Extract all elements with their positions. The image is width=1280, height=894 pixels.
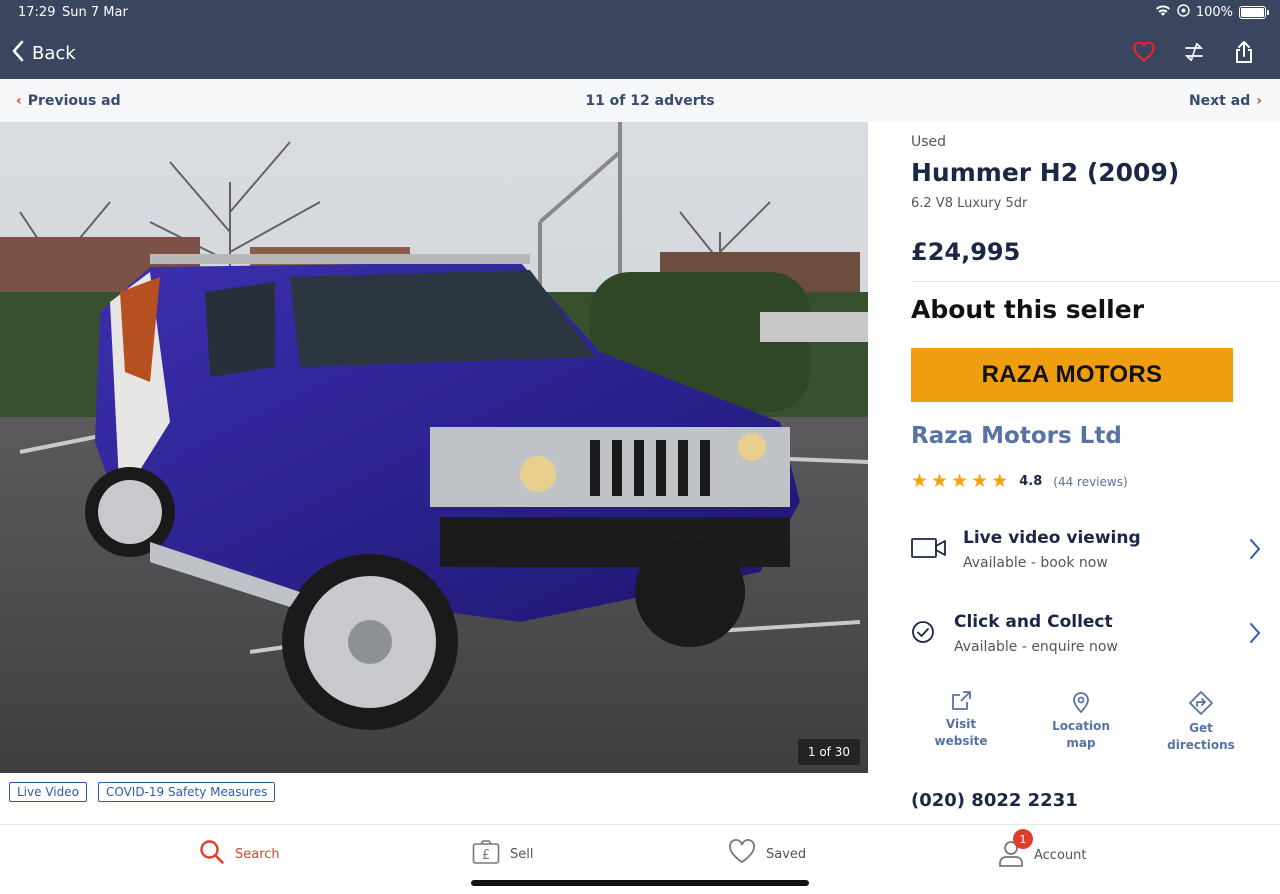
- star-icon: ★: [951, 470, 969, 492]
- wifi-icon: [1155, 4, 1171, 21]
- back-button[interactable]: Back: [12, 40, 76, 67]
- chevron-right-icon: [1249, 622, 1261, 650]
- click-and-collect-row[interactable]: Click and Collect Available - enquire no…: [911, 606, 1261, 662]
- tag-covid-safety: COVID-19 Safety Measures: [97, 782, 276, 802]
- seller-logo: RAZA MOTORS: [911, 348, 1233, 402]
- battery-icon: [1239, 6, 1269, 19]
- external-link-icon: [911, 690, 1011, 712]
- next-ad-button[interactable]: Next ad ›: [1189, 93, 1262, 109]
- tab-sell[interactable]: £ Sell: [472, 839, 533, 869]
- feature-tags: Live Video COVID-19 Safety Measures: [9, 782, 276, 802]
- share-icon[interactable]: [1230, 38, 1258, 66]
- visit-website-link[interactable]: Visit website: [911, 690, 1011, 755]
- next-ad-label: Next ad: [1188, 93, 1251, 109]
- vehicle-photo-image: [0, 122, 868, 773]
- vehicle-photo[interactable]: 1 of 30: [0, 122, 868, 773]
- location-lock-icon: [1177, 4, 1190, 21]
- live-video-title: Live video viewing: [963, 528, 1141, 548]
- app-header: 17:29 Sun 7 Mar 100% Back: [0, 0, 1280, 79]
- video-camera-icon: [911, 536, 947, 564]
- visit-website-line2: website: [934, 734, 988, 749]
- compare-icon[interactable]: [1180, 38, 1208, 66]
- advert-counter: 11 of 12 adverts: [585, 93, 715, 109]
- get-directions-line2: directions: [1167, 738, 1235, 753]
- status-time: 17:29: [18, 5, 56, 20]
- star-icon: ★: [911, 470, 929, 492]
- chevron-right-icon: [1249, 538, 1261, 566]
- divider: [911, 281, 1280, 282]
- seller-name-link[interactable]: Raza Motors Ltd: [911, 423, 1122, 449]
- listing-details-panel: Used Hummer H2 (2009) 6.2 V8 Luxury 5dr …: [868, 122, 1280, 824]
- account-notification-badge: 1: [1013, 829, 1033, 849]
- home-indicator: [471, 880, 809, 886]
- status-indicators: 100%: [1155, 4, 1269, 21]
- location-map-line2: map: [1066, 736, 1096, 751]
- visit-website-line1: Visit: [945, 717, 977, 731]
- location-map-line1: Location: [1052, 719, 1110, 733]
- battery-percent: 100%: [1195, 5, 1233, 20]
- search-icon: [199, 839, 225, 869]
- directions-icon: [1151, 690, 1251, 716]
- tab-sell-label: Sell: [510, 846, 534, 862]
- live-video-viewing-row[interactable]: Live video viewing Available - book now: [911, 522, 1261, 578]
- rating-value: 4.8: [1019, 474, 1043, 489]
- photo-counter: 1 of 30: [797, 739, 860, 765]
- back-label: Back: [32, 43, 76, 64]
- tab-saved[interactable]: Saved: [728, 839, 806, 869]
- tab-account-label: Account: [1034, 847, 1087, 863]
- listing-price: £24,995: [911, 238, 1021, 266]
- heart-outline-icon: [728, 839, 756, 869]
- sell-camera-icon: £: [472, 839, 500, 869]
- listing-subtitle: 6.2 V8 Luxury 5dr: [911, 196, 1028, 211]
- location-map-link[interactable]: Location map: [1031, 690, 1131, 755]
- tab-search-label: Search: [235, 846, 280, 862]
- click-collect-subtitle: Available - enquire now: [954, 639, 1118, 655]
- click-collect-title: Click and Collect: [954, 612, 1113, 632]
- reviews-link[interactable]: (44 reviews): [1053, 475, 1127, 489]
- tab-search[interactable]: Search: [199, 839, 280, 869]
- tab-account[interactable]: 1 Account: [998, 829, 1087, 871]
- live-video-subtitle: Available - book now: [963, 555, 1108, 571]
- seller-rating: ★ ★ ★ ★ ★ 4.8 (44 reviews): [911, 472, 1128, 491]
- header-actions: [1130, 38, 1258, 66]
- chevron-left-icon: [12, 40, 24, 67]
- listing-condition: Used: [911, 134, 947, 150]
- star-icon: ★: [931, 470, 949, 492]
- listing-title: Hummer H2 (2009): [911, 158, 1180, 187]
- get-directions-line1: Get: [1189, 721, 1213, 735]
- seller-links: Visit website Location map Get direction…: [911, 690, 1251, 755]
- seller-phone[interactable]: (020) 8022 2231: [911, 790, 1078, 811]
- account-icon: 1: [998, 829, 1033, 871]
- star-icon: ★: [971, 470, 989, 492]
- status-date: Sun 7 Mar: [62, 5, 128, 20]
- about-seller-heading: About this seller: [911, 295, 1145, 324]
- svg-text:£: £: [482, 848, 490, 863]
- heart-icon[interactable]: [1130, 38, 1158, 66]
- tag-live-video: Live Video: [9, 782, 87, 802]
- map-pin-icon: [1031, 690, 1131, 714]
- ad-navigation: ‹ Previous ad 11 of 12 adverts Next ad ›: [0, 79, 1280, 122]
- get-directions-link[interactable]: Get directions: [1151, 690, 1251, 755]
- star-icon: ★: [991, 470, 1009, 492]
- tab-saved-label: Saved: [766, 846, 807, 862]
- chevron-right-icon: ›: [1256, 93, 1262, 109]
- check-circle-icon: [911, 620, 935, 648]
